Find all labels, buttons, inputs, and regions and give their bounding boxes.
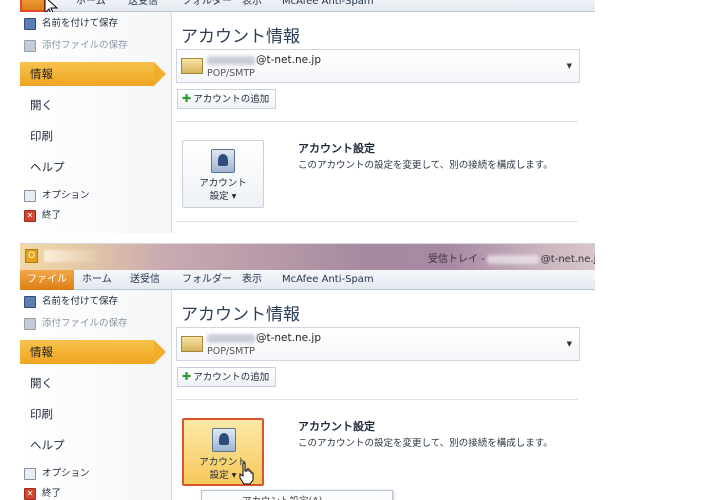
nav-save-attachments[interactable]: 添付ファイルの保存 [20,38,172,54]
add-account-button[interactable]: ✚ アカウントの追加 [177,89,277,109]
exit-icon: ✕ [24,210,36,222]
tab-folder[interactable]: フォルダー [182,0,232,12]
account-selector[interactable]: @t-net.ne.jp POP/SMTP ▼ [176,327,580,361]
nav-options[interactable]: オプション [20,466,172,482]
plus-icon: ✚ [182,370,192,383]
tab-home[interactable]: ホーム [76,0,106,12]
account-type: POP/SMTP [207,68,255,79]
backstage-content: アカウント情報 @t-net.ne.jp POP/SMTP ▼ ✚ アカウントの追… [173,290,595,500]
exit-icon: ✕ [24,488,36,500]
nav-options[interactable]: オプション [20,188,172,204]
chevron-down-icon: ▼ [566,62,572,70]
nav-save-attachments[interactable]: 添付ファイルの保存 [20,316,172,332]
chevron-down-icon: ▼ [566,340,572,348]
nav-print[interactable]: 印刷 [20,402,172,426]
nav-save-as-label: 名前を付けて保存 [42,296,119,307]
nav-help[interactable]: ヘルプ [20,155,172,179]
window-title: 受信トレイ -@t-net.ne.jp - [428,254,595,265]
account-settings-description: このアカウントの設定を変更して、別の接続を構成します。 [298,438,553,449]
divider [176,399,578,400]
save-icon [24,296,36,308]
account-settings-icon [211,149,235,173]
account-settings-icon [212,428,236,452]
nav-exit-label: 終了 [42,210,62,221]
options-icon [24,190,36,202]
tab-send-receive[interactable]: 送受信 [128,0,158,12]
account-settings-button-label: アカウント 設定 ▾ [199,178,247,202]
save-icon [24,18,36,30]
page-title: アカウント情報 [181,305,300,325]
backstage-nav: 名前を付けて保存 添付ファイルの保存 情報 開く 印刷 ヘルプ オプション ✕ … [20,12,172,233]
nav-exit[interactable]: ✕ 終了 [20,486,172,500]
account-settings-title: アカウント設定 [298,420,375,433]
account-settings-description: このアカウントの設定を変更して、別の接続を構成します。 [298,160,553,171]
nav-info[interactable]: 情報 [20,340,166,364]
nav-save-as[interactable]: 名前を付けて保存 [20,294,172,310]
account-address: @t-net.ne.jp [207,54,321,66]
screenshot-top: ホーム 送受信 フォルダー 表示 McAfee Anti-Spam 名前を付けて… [20,0,595,233]
nav-exit-label: 終了 [42,488,62,499]
attachment-icon [24,40,36,52]
tab-mcafee[interactable]: McAfee Anti-Spam [282,0,374,12]
tab-view[interactable]: 表示 [242,270,262,290]
backstage-nav: 名前を付けて保存 添付ファイルの保存 情報 開く 印刷 ヘルプ オプション ✕ … [20,290,172,500]
nav-open[interactable]: 開く [20,371,172,395]
nav-help[interactable]: ヘルプ [20,433,172,457]
divider [176,121,578,122]
page-title: アカウント情報 [181,27,300,47]
account-settings-button[interactable]: アカウント 設定 ▾ [182,140,264,208]
backstage-content: アカウント情報 @t-net.ne.jp POP/SMTP ▼ ✚ アカウントの追… [173,12,595,233]
outlook-app-icon: O [25,249,38,263]
tab-file[interactable]: ファイル [20,270,74,290]
attachment-icon [24,318,36,330]
quick-access-toolbar [44,250,104,262]
nav-save-as[interactable]: 名前を付けて保存 [20,16,172,32]
nav-options-label: オプション [42,190,90,201]
tab-home[interactable]: ホーム [82,270,112,290]
tab-mcafee[interactable]: McAfee Anti-Spam [282,270,374,290]
tab-file[interactable] [20,0,46,12]
nav-info[interactable]: 情報 [20,62,166,86]
account-address: @t-net.ne.jp [207,332,321,344]
nav-print[interactable]: 印刷 [20,124,172,148]
tab-send-receive[interactable]: 送受信 [130,270,160,290]
options-icon [24,468,36,480]
nav-exit[interactable]: ✕ 終了 [20,208,172,224]
tab-folder[interactable]: フォルダー [182,270,232,290]
add-account-button[interactable]: ✚ アカウントの追加 [177,367,277,387]
nav-open[interactable]: 開く [20,93,172,117]
window-titlebar: O 受信トレイ -@t-net.ne.jp - [20,244,595,270]
account-type: POP/SMTP [207,346,255,357]
plus-icon: ✚ [182,92,192,105]
divider [176,221,578,222]
nav-save-attachments-label: 添付ファイルの保存 [42,318,128,329]
account-settings-title: アカウント設定 [298,142,375,155]
nav-save-as-label: 名前を付けて保存 [42,18,119,29]
nav-options-label: オプション [42,468,90,479]
account-selector[interactable]: @t-net.ne.jp POP/SMTP ▼ [176,49,580,83]
ribbon-tabs: ファイル ホーム 送受信 フォルダー 表示 McAfee Anti-Spam [20,270,595,290]
account-settings-menu-item[interactable]: アカウント設定(A)... [201,490,393,500]
screenshot-bottom: O 受信トレイ -@t-net.ne.jp - ファイル ホーム 送受信 フォル… [20,243,595,500]
mailbox-icon [181,58,203,74]
nav-save-attachments-label: 添付ファイルの保存 [42,40,128,51]
tab-view[interactable]: 表示 [242,0,262,12]
mailbox-icon [181,336,203,352]
ribbon-tabs: ホーム 送受信 フォルダー 表示 McAfee Anti-Spam [20,0,595,12]
